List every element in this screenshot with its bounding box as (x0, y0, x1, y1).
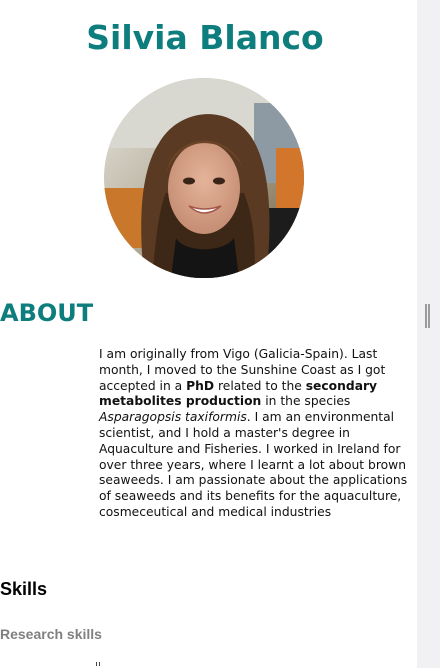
portrait-photo-icon (104, 78, 304, 278)
avatar (104, 78, 304, 278)
about-species: Asparagopsis taxiformis (99, 410, 247, 425)
list-item-marker (96, 662, 101, 666)
research-skills-heading: Research skills (0, 626, 102, 642)
resize-grip-icon[interactable] (425, 304, 430, 328)
about-paragraph: I am originally from Vigo (Galicia-Spain… (99, 347, 411, 521)
about-text-2: related to the (214, 378, 306, 393)
skills-heading: Skills (0, 579, 48, 599)
scrollbar-track[interactable] (417, 0, 440, 668)
about-heading: ABOUT (0, 299, 94, 327)
profile-page: Silvia Blanco ABOUT I am originally from… (0, 0, 417, 668)
about-bold-phd: PhD (186, 378, 215, 393)
profile-name: Silvia Blanco (86, 18, 324, 57)
about-text-4: . I am an environmental scientist, and I… (99, 410, 408, 519)
about-text-3: in the species (261, 394, 351, 409)
